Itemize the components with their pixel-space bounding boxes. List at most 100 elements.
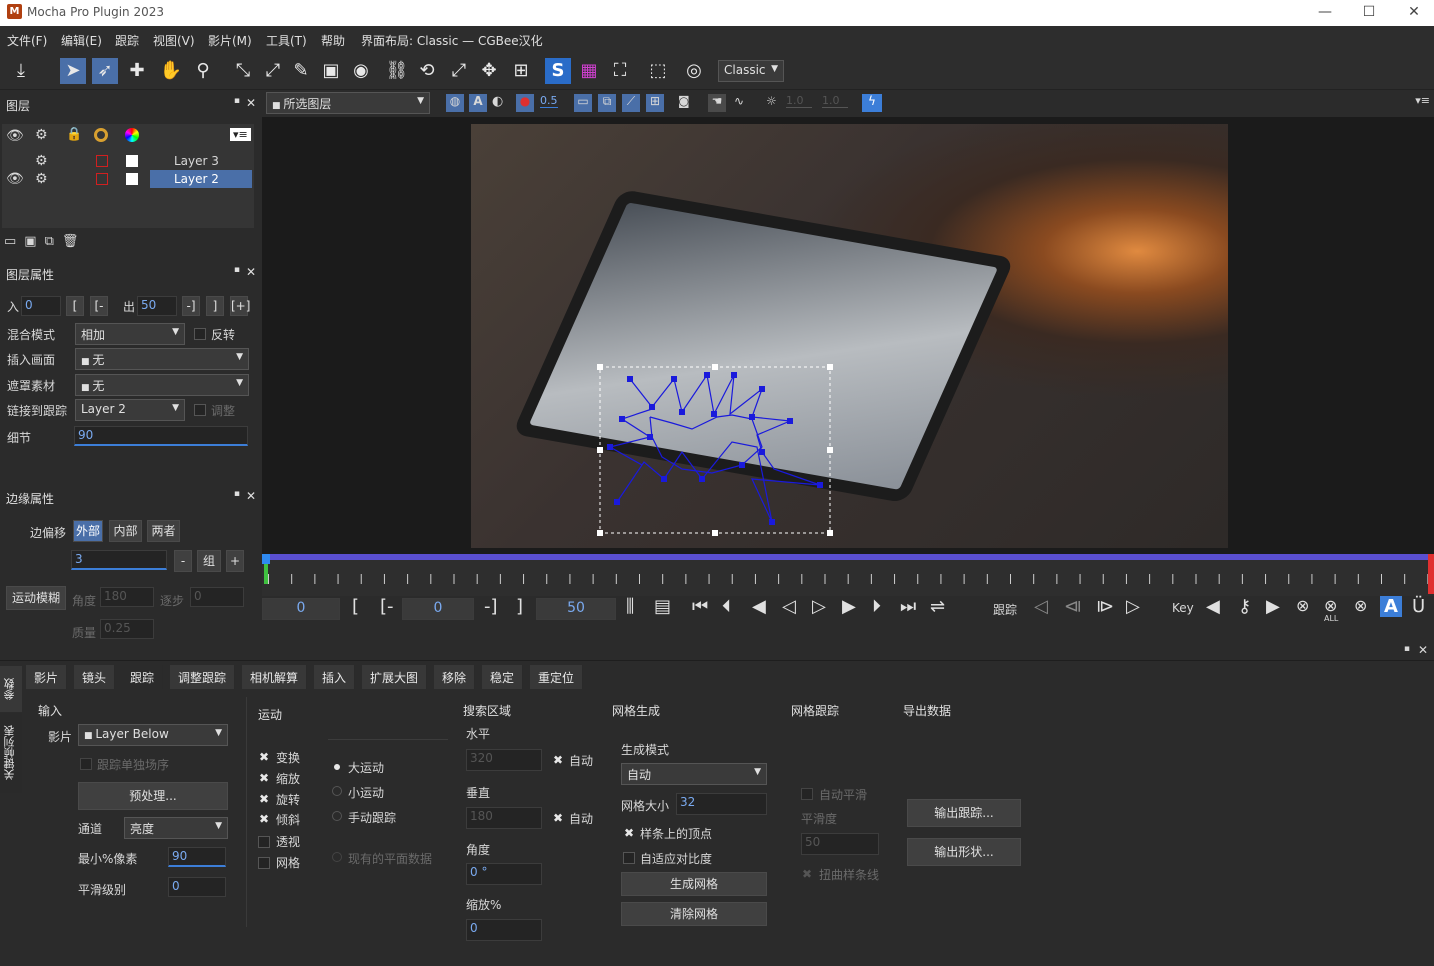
pin-icon[interactable]: ▪ bbox=[1404, 644, 1410, 654]
next-keyframe-icon[interactable]: ▶ bbox=[1266, 596, 1280, 617]
delete-layer-icon[interactable]: 🗑 bbox=[62, 234, 87, 249]
move-tool-icon[interactable]: ✥ bbox=[476, 58, 502, 84]
value-a-field[interactable]: 1.0 bbox=[786, 94, 812, 108]
track-individual-checkbox[interactable] bbox=[80, 758, 92, 770]
vertical-field[interactable]: 180 bbox=[466, 807, 542, 829]
gear-icon[interactable]: ⚙ bbox=[35, 127, 48, 143]
save-icon[interactable]: ⤓ bbox=[8, 58, 34, 84]
close-panel-icon[interactable]: ✕ bbox=[246, 265, 256, 279]
track-step-back-icon[interactable]: ⧏ bbox=[1064, 596, 1082, 617]
delete-keyframe-icon[interactable]: ⊗ bbox=[1296, 596, 1309, 615]
both-button[interactable]: 两者 bbox=[147, 520, 180, 542]
timeline-range-bar[interactable] bbox=[264, 554, 1432, 560]
scale-check-icon[interactable]: ✖ bbox=[258, 772, 270, 784]
track-forward-icon[interactable]: ▷ bbox=[1126, 596, 1140, 617]
layer-filter-dropdown[interactable]: ■ 所选图层 ▼ bbox=[266, 92, 430, 114]
tab-clip[interactable]: 影片 bbox=[26, 665, 68, 689]
rotate-check-icon[interactable]: ✖ bbox=[258, 793, 270, 805]
gear-icon[interactable]: ⚙ bbox=[35, 153, 48, 169]
out-marker[interactable] bbox=[1428, 554, 1434, 594]
add-point-tool-icon[interactable]: ✚ bbox=[124, 58, 150, 84]
reset-range-icon[interactable]: [+] bbox=[230, 296, 250, 316]
play-forward-icon[interactable]: ▶ bbox=[842, 596, 856, 617]
next-key-icon[interactable]: ⏵ bbox=[872, 596, 881, 617]
alpha-icon[interactable]: A bbox=[469, 94, 487, 112]
display-icon[interactable]: ▭ bbox=[574, 94, 592, 112]
surface-toggle-icon[interactable]: S bbox=[545, 58, 571, 84]
go-in-icon[interactable]: [- bbox=[90, 296, 108, 316]
detail-field[interactable]: 90 bbox=[74, 426, 248, 446]
viewer-menu-icon[interactable]: ▾≡ bbox=[1415, 94, 1430, 107]
invert-checkbox[interactable] bbox=[194, 328, 206, 340]
lock-icon[interactable]: 🔒 bbox=[66, 127, 82, 142]
current-frame-field[interactable]: 0 bbox=[402, 598, 474, 620]
link-icon[interactable]: ⛓ bbox=[384, 58, 410, 84]
shear-check-icon[interactable]: ✖ bbox=[258, 813, 270, 825]
menu-edit[interactable]: 编辑(E) bbox=[61, 32, 102, 49]
go-in-icon[interactable]: [- bbox=[380, 596, 394, 617]
tangents-icon[interactable]: ⟋ bbox=[622, 94, 640, 112]
eye-icon[interactable]: 👁 bbox=[6, 171, 24, 187]
minimize-button[interactable]: — bbox=[1310, 3, 1340, 23]
add-keyframe-icon[interactable]: ⚷ bbox=[1238, 596, 1251, 617]
large-motion-radio[interactable] bbox=[334, 764, 340, 770]
search-angle-field[interactable]: 0 ° bbox=[466, 863, 542, 885]
grid-icon[interactable]: ⊞ bbox=[646, 94, 664, 112]
manual-track-radio[interactable] bbox=[332, 811, 342, 821]
mesh-tool-icon[interactable]: ⊞ bbox=[508, 58, 534, 84]
adjust-checkbox[interactable] bbox=[194, 404, 206, 416]
timeline[interactable] bbox=[262, 554, 1434, 596]
snapshot-icon[interactable]: ◙ bbox=[678, 94, 690, 108]
minus-button[interactable]: - bbox=[174, 550, 192, 572]
menu-tools[interactable]: 工具(T) bbox=[266, 32, 307, 49]
select-tool-icon[interactable]: ➤ bbox=[60, 58, 86, 84]
delete-keyframe-range-icon[interactable]: ⊗ bbox=[1354, 596, 1367, 615]
layer-row[interactable]: ⚙ Layer 3 bbox=[2, 152, 254, 170]
motion-path-icon[interactable]: ∿ bbox=[734, 94, 744, 108]
go-start-icon[interactable]: ⏮ bbox=[692, 596, 708, 617]
range-icon[interactable]: ▤ bbox=[654, 596, 671, 617]
set-in-icon[interactable]: [ bbox=[352, 596, 359, 617]
brush-tool-icon[interactable]: ✎ bbox=[288, 58, 314, 84]
tab-reposition[interactable]: 重定位 bbox=[530, 665, 584, 689]
min-pixels-field[interactable]: 90 bbox=[168, 847, 226, 867]
side-tab-params[interactable]: 参数 bbox=[0, 666, 22, 712]
blend-mode-dropdown[interactable]: 相加 ▼ bbox=[75, 323, 185, 345]
pin-icon[interactable]: ▪ bbox=[234, 489, 240, 499]
auto-smooth-checkbox[interactable] bbox=[801, 788, 813, 800]
menu-file[interactable]: 文件(F) bbox=[7, 32, 47, 49]
menu-help[interactable]: 帮助 bbox=[321, 32, 345, 49]
layer-outlines-icon[interactable]: ⧉ bbox=[598, 94, 616, 112]
layers-menu-icon[interactable]: ▾≡ bbox=[230, 128, 251, 141]
dopesheet-icon[interactable]: ◎ bbox=[681, 58, 707, 84]
hand-tool-icon[interactable]: ✋ bbox=[158, 58, 184, 84]
export-shape-button[interactable]: 输出形状... bbox=[907, 838, 1021, 866]
update-icon[interactable]: Ü bbox=[1412, 596, 1425, 617]
surface-box[interactable] bbox=[599, 366, 831, 534]
loop-icon[interactable]: ⇌ bbox=[930, 596, 945, 617]
layer-color-swatch[interactable] bbox=[96, 173, 108, 185]
zoom-tool-icon[interactable]: ⚲ bbox=[190, 58, 216, 84]
menu-view[interactable]: 视图(V) bbox=[153, 32, 195, 49]
layer-name[interactable]: Layer 3 bbox=[150, 152, 252, 170]
layout-dropdown[interactable]: Classic ▼ bbox=[718, 60, 784, 82]
overlay-icon[interactable]: ◐ bbox=[492, 94, 503, 109]
spline-overlay[interactable] bbox=[262, 117, 1434, 554]
palette-icon[interactable] bbox=[125, 128, 139, 142]
fit-view-icon[interactable]: ⬚ bbox=[645, 58, 671, 84]
tab-remove[interactable]: 移除 bbox=[434, 665, 476, 689]
layer-row[interactable]: 👁 ⚙ Layer 2 bbox=[2, 170, 254, 188]
pin-icon[interactable]: ▪ bbox=[234, 265, 240, 275]
tab-reorient[interactable]: 扩展大图 bbox=[362, 665, 428, 689]
clip-dropdown[interactable]: ■ Layer Below ▼ bbox=[78, 724, 228, 746]
smoothness-field[interactable]: 50 bbox=[801, 833, 879, 855]
color-wheel-icon[interactable] bbox=[94, 128, 108, 142]
angle-field[interactable]: 180 bbox=[100, 587, 154, 607]
existing-planar-radio[interactable] bbox=[332, 852, 342, 862]
end-frame-field[interactable]: 50 bbox=[536, 598, 616, 620]
add-layer-icon[interactable]: ▣ bbox=[24, 234, 44, 249]
set-in-icon[interactable]: [ bbox=[66, 296, 84, 316]
gen-mode-dropdown[interactable]: 自动 ▼ bbox=[621, 763, 767, 785]
spline-points[interactable] bbox=[607, 372, 823, 525]
small-motion-radio[interactable] bbox=[332, 786, 342, 796]
